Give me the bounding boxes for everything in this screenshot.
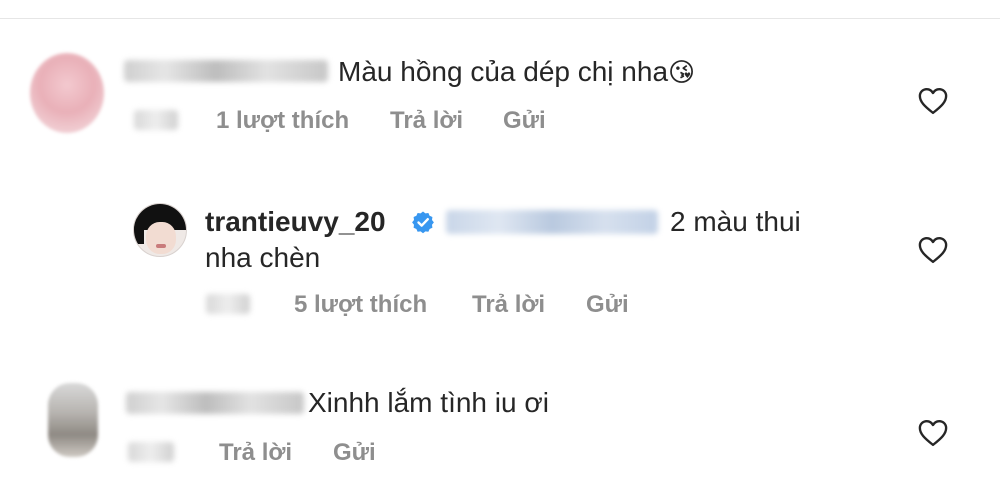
reply-text-content-1: 2 màu thui [670, 206, 801, 237]
commenter-avatar[interactable] [48, 383, 98, 457]
comment-text-content: Xinhh lắm tình iu ơi [308, 387, 549, 418]
reply-button[interactable]: Trả lời [472, 291, 545, 319]
comment-3: Xinhh lắm tình iu ơi Trả lời Gửi [0, 340, 1000, 483]
comment-text: Màu hồng của dép chị nha😘 [338, 55, 695, 89]
reply-text-content-2: nha chèn [205, 242, 321, 273]
reply-line-1: trantieuvy_20 [205, 205, 386, 239]
reply-button[interactable]: Trả lời [390, 107, 463, 135]
blurred-timestamp [128, 442, 174, 462]
likes-count[interactable]: 1 lượt thích [216, 107, 349, 135]
reply-text-2: nha chèn [205, 241, 320, 275]
send-button[interactable]: Gửi [586, 291, 629, 319]
verified-badge-icon [412, 211, 434, 234]
reply-username[interactable]: trantieuvy_20 [205, 206, 386, 237]
reply-author-avatar[interactable] [133, 203, 187, 257]
comment-text: Xinhh lắm tình iu ơi [308, 386, 549, 420]
avatar-lips [156, 244, 166, 248]
heart-icon[interactable] [918, 419, 948, 447]
kiss-emoji: 😘 [668, 57, 696, 87]
comment-2-reply: trantieuvy_20 2 màu thui nha chèn 5 lượt… [0, 160, 1000, 340]
blurred-timestamp [134, 110, 178, 130]
comment-text-content: Màu hồng của dép chị nha [338, 56, 669, 87]
heart-icon[interactable] [918, 236, 948, 264]
likes-count[interactable]: 5 lượt thích [294, 291, 427, 319]
blurred-mention[interactable] [446, 210, 658, 234]
reply-button[interactable]: Trả lời [219, 439, 292, 467]
avatar-hair-side [134, 218, 144, 244]
commenter-avatar[interactable] [30, 53, 104, 133]
heart-icon[interactable] [918, 87, 948, 115]
send-button[interactable]: Gửi [503, 107, 546, 135]
avatar-face [146, 222, 176, 254]
reply-text-1: 2 màu thui [670, 205, 801, 239]
blurred-username[interactable] [124, 60, 328, 82]
blurred-timestamp [206, 294, 250, 314]
send-button[interactable]: Gửi [333, 439, 376, 467]
comment-1: Màu hồng của dép chị nha😘 1 lượt thích T… [0, 0, 1000, 160]
blurred-username[interactable] [126, 392, 304, 414]
